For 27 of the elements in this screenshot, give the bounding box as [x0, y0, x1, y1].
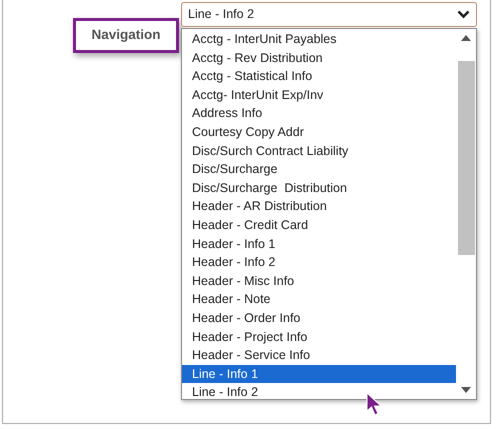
chevron-down-icon	[457, 10, 470, 19]
dropdown-option[interactable]: Disc/Surcharge	[182, 160, 456, 179]
navigation-dropdown[interactable]: Line - Info 2	[181, 2, 477, 27]
dropdown-option[interactable]: Header - Info 1	[182, 234, 456, 254]
scrollbar-thumb[interactable]	[458, 61, 474, 255]
dropdown-option[interactable]: Header - Credit Card	[182, 216, 456, 235]
dropdown-option[interactable]: Header - AR Distribution	[182, 197, 456, 216]
selected-value: Line - Info 2	[188, 6, 254, 24]
scroll-down-icon[interactable]	[461, 387, 471, 393]
field-label: Navigation	[73, 18, 179, 53]
dropdown-option[interactable]: Header - Info 2	[182, 253, 456, 272]
dropdown-option[interactable]: Acctg - Rev Distribution	[182, 48, 456, 68]
dropdown-option[interactable]: Line - Info 1	[182, 364, 456, 384]
dropdown-option[interactable]: Acctg- InterUnit Exp/Inv	[182, 86, 456, 104]
dropdown-option[interactable]: Acctg - Statistical Info	[182, 67, 456, 86]
dropdown-option[interactable]: Header - Service Info	[182, 346, 456, 365]
dropdown-option[interactable]: Courtesy Copy Addr	[182, 122, 456, 142]
dropdown-option[interactable]: Acctg - InterUnit Payables	[182, 30, 456, 49]
dropdown-option[interactable]: Line - Info 2	[182, 383, 456, 402]
dropdown-option[interactable]: Disc/Surcharge Distribution	[182, 178, 456, 198]
dropdown-option[interactable]: Header - Order Info	[182, 308, 456, 328]
scroll-up-icon[interactable]	[461, 35, 471, 41]
dropdown-option[interactable]: Header - Project Info	[182, 328, 456, 346]
dropdown-option[interactable]: Address Info	[182, 104, 456, 123]
dropdown-option[interactable]: Disc/Surch Contract Liability	[182, 142, 456, 160]
dropdown-option[interactable]: Header - Misc Info	[182, 272, 456, 290]
dropdown-option[interactable]: Header - Note	[182, 290, 456, 309]
